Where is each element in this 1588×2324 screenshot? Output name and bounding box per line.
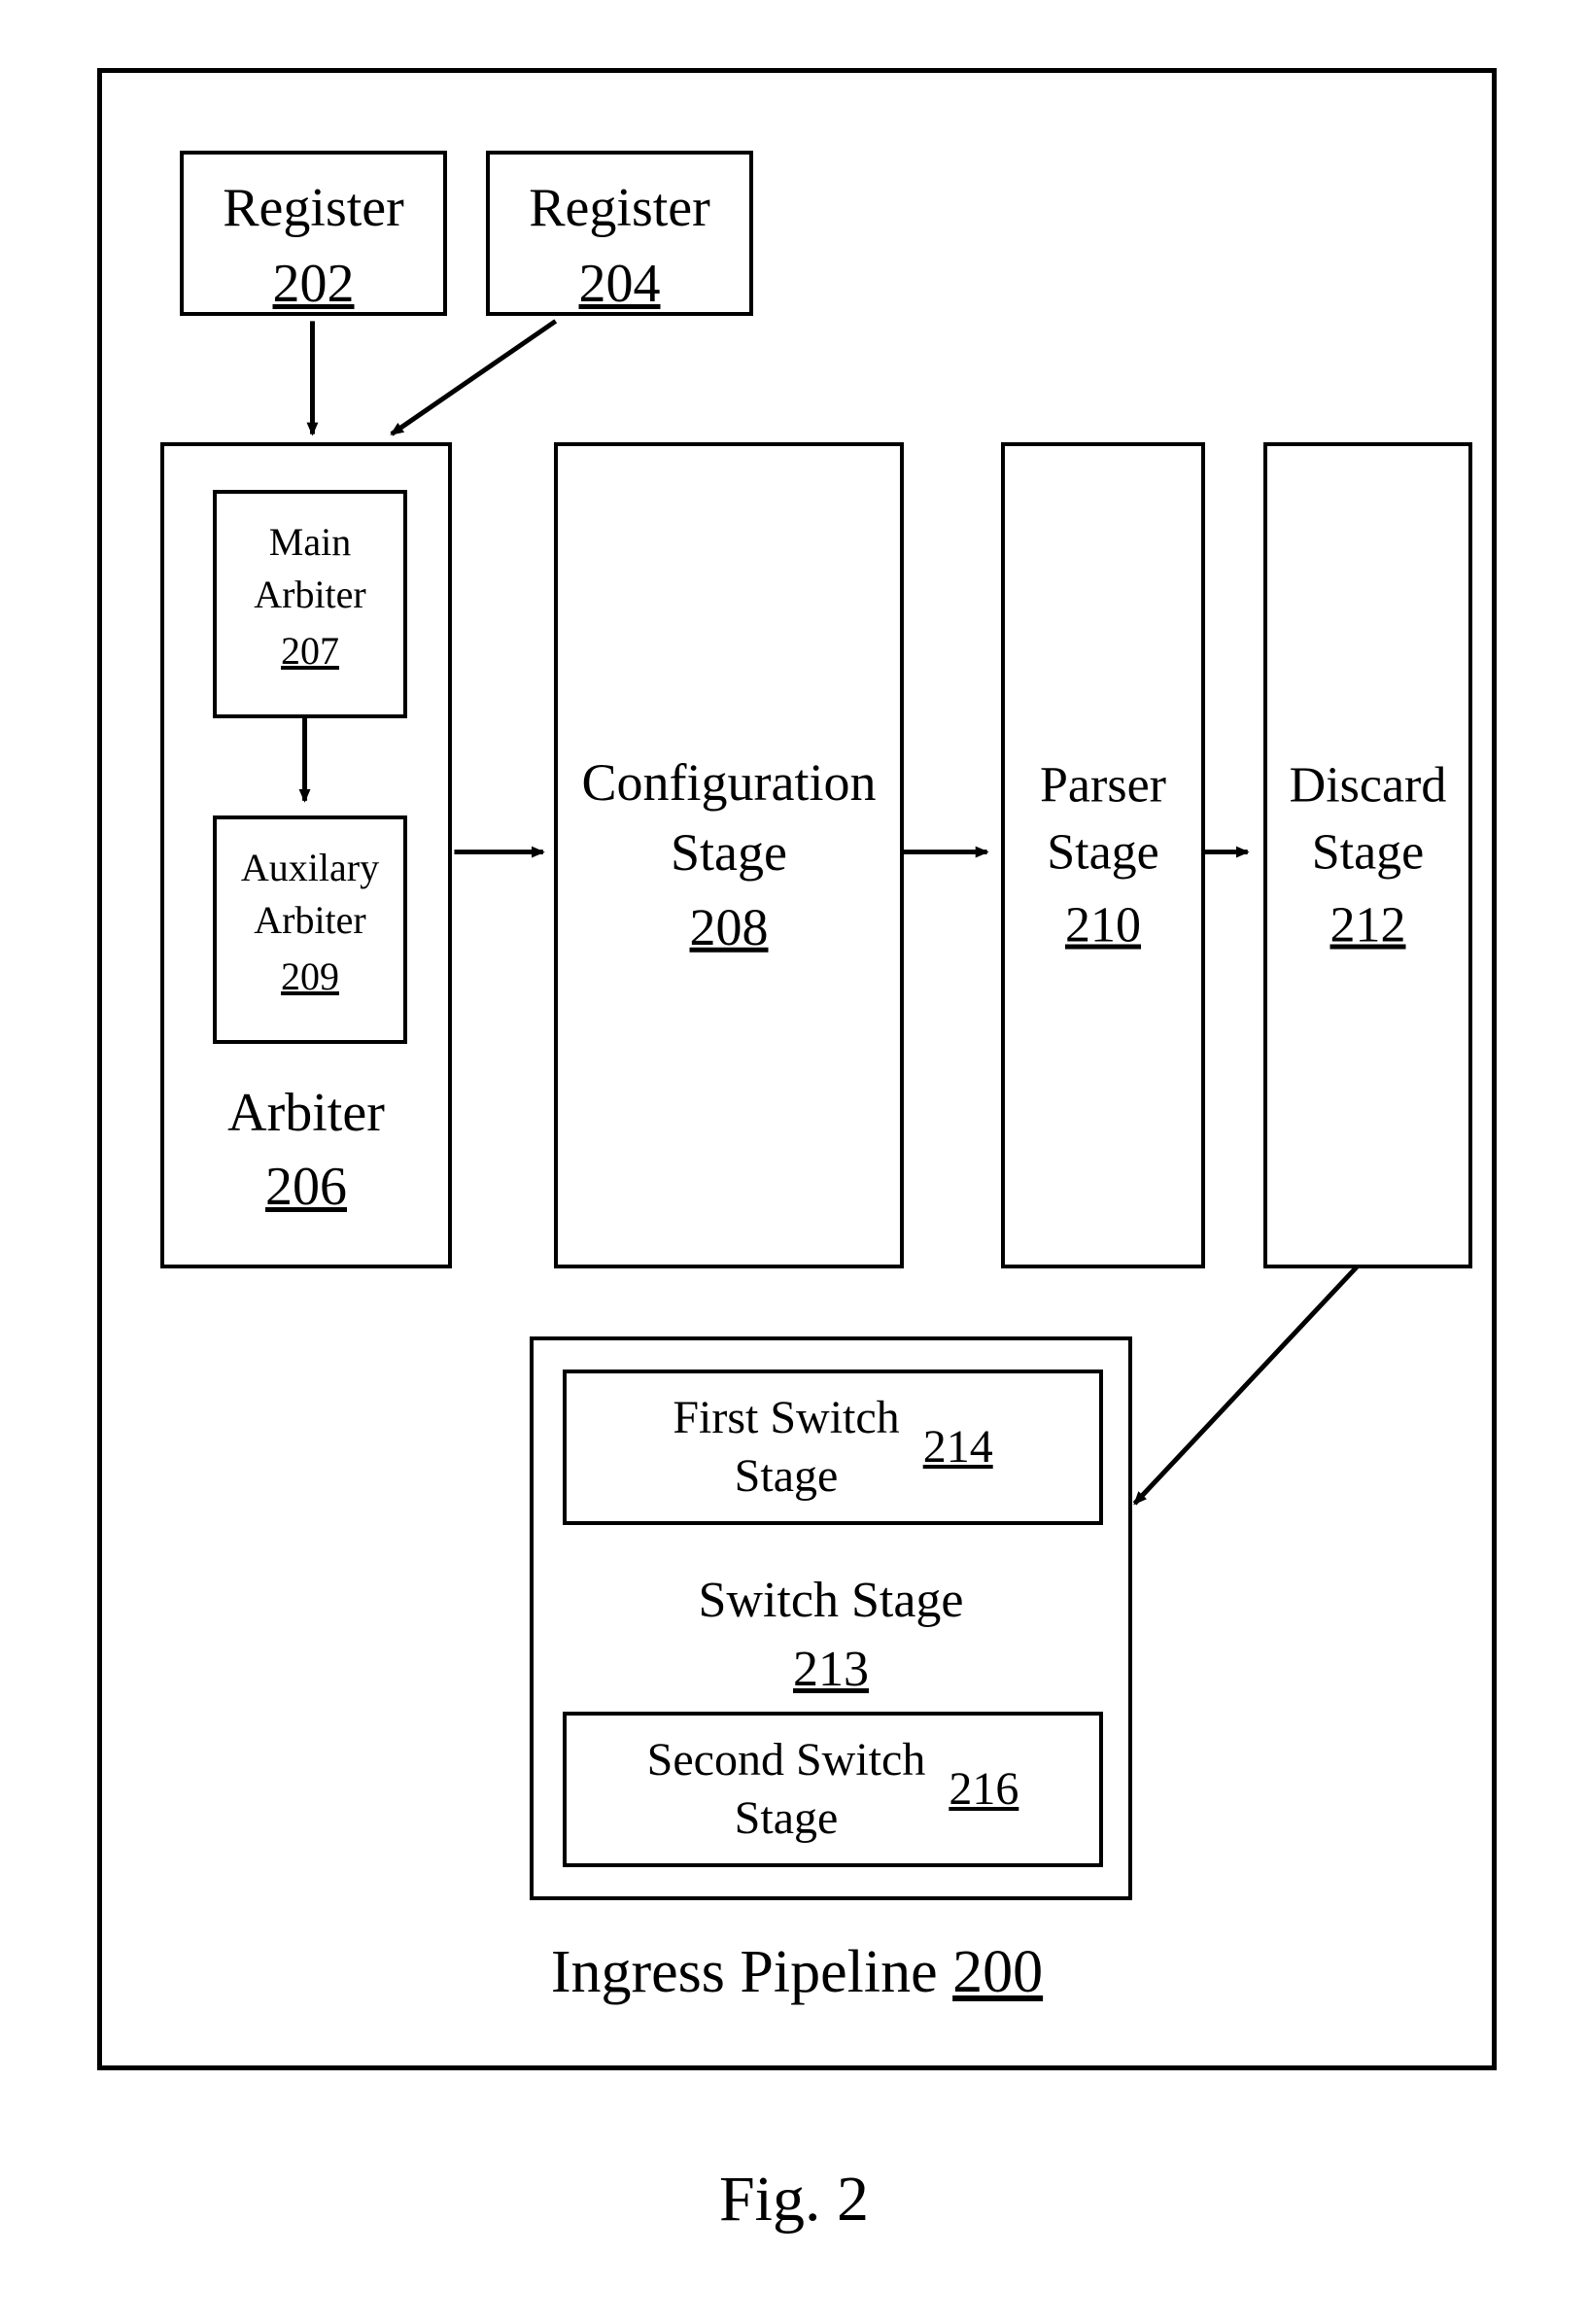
arrow-reg204-to-arbiter <box>392 321 556 434</box>
first-switch-label-1: First Switch <box>673 1389 899 1447</box>
register-204-label: Register <box>490 174 749 242</box>
main-arbiter-label-1: Main <box>217 518 403 567</box>
register-202-ref: 202 <box>184 250 443 318</box>
main-arbiter-ref: 207 <box>217 627 403 676</box>
first-switch-box: First Switch Stage 214 <box>563 1370 1103 1525</box>
aux-arbiter-label-2: Arbiter <box>217 896 403 945</box>
arbiter-box: Main Arbiter 207 Auxilary Arbiter 209 Ar… <box>160 442 452 1268</box>
arbiter-label: Arbiter <box>164 1079 448 1147</box>
arrow-discard-to-switch <box>1135 1267 1357 1504</box>
ingress-pipeline-ref: 200 <box>952 1939 1043 2005</box>
figure-caption: Fig. 2 <box>0 2163 1588 2237</box>
first-switch-ref: 214 <box>923 1418 993 1476</box>
config-stage-label-1: Configuration <box>558 750 900 816</box>
switch-stage-label: Switch Stage <box>534 1569 1128 1632</box>
config-stage-ref: 208 <box>558 895 900 961</box>
register-202-label: Register <box>184 174 443 242</box>
discard-stage-label-2: Stage <box>1267 821 1468 885</box>
ingress-pipeline-label: Ingress Pipeline <box>551 1939 938 2005</box>
second-switch-box: Second Switch Stage 216 <box>563 1712 1103 1867</box>
parser-stage-box: Parser Stage 210 <box>1001 442 1205 1268</box>
ingress-pipeline-frame: Register 202 Register 204 Main Arbiter 2… <box>97 68 1497 2070</box>
second-switch-label-1: Second Switch <box>647 1731 926 1789</box>
register-204-box: Register 204 <box>486 151 753 316</box>
aux-arbiter-box: Auxilary Arbiter 209 <box>213 815 407 1044</box>
discard-stage-box: Discard Stage 212 <box>1263 442 1472 1268</box>
second-switch-ref: 216 <box>949 1760 1018 1819</box>
switch-stage-ref: 213 <box>534 1638 1128 1701</box>
first-switch-label-2: Stage <box>673 1447 899 1506</box>
switch-stage-box: First Switch Stage 214 Switch Stage 213 … <box>530 1336 1132 1900</box>
register-202-box: Register 202 <box>180 151 447 316</box>
ingress-pipeline-label-row: Ingress Pipeline 200 <box>102 1938 1492 2007</box>
config-stage-label-2: Stage <box>558 819 900 885</box>
aux-arbiter-ref: 209 <box>217 953 403 1001</box>
arbiter-ref: 206 <box>164 1153 448 1221</box>
main-arbiter-label-2: Arbiter <box>217 571 403 619</box>
parser-stage-label-2: Stage <box>1005 821 1201 885</box>
config-stage-box: Configuration Stage 208 <box>554 442 904 1268</box>
discard-stage-label-1: Discard <box>1267 754 1468 817</box>
second-switch-label-2: Stage <box>647 1789 926 1848</box>
parser-stage-label-1: Parser <box>1005 754 1201 817</box>
discard-stage-ref: 212 <box>1267 894 1468 957</box>
main-arbiter-box: Main Arbiter 207 <box>213 490 407 718</box>
register-204-ref: 204 <box>490 250 749 318</box>
aux-arbiter-label-1: Auxilary <box>217 844 403 892</box>
parser-stage-ref: 210 <box>1005 894 1201 957</box>
